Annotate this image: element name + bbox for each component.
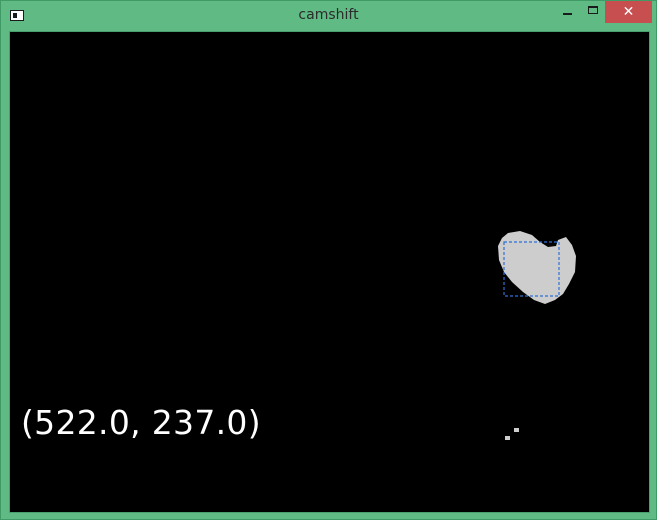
minimize-icon	[562, 13, 572, 15]
maximize-button[interactable]	[579, 1, 607, 23]
maximize-icon	[588, 6, 598, 14]
camshift-window: camshift ✕ (522.0, 237.0)	[0, 0, 657, 520]
noise-speck	[505, 436, 510, 440]
video-canvas[interactable]: (522.0, 237.0)	[9, 31, 650, 513]
minimize-button[interactable]	[552, 1, 582, 23]
close-icon: ✕	[622, 3, 635, 20]
title-bar[interactable]: camshift ✕	[1, 1, 656, 31]
noise-speck	[514, 428, 519, 432]
coordinates-readout: (522.0, 237.0)	[21, 403, 261, 442]
close-button[interactable]: ✕	[605, 1, 652, 23]
